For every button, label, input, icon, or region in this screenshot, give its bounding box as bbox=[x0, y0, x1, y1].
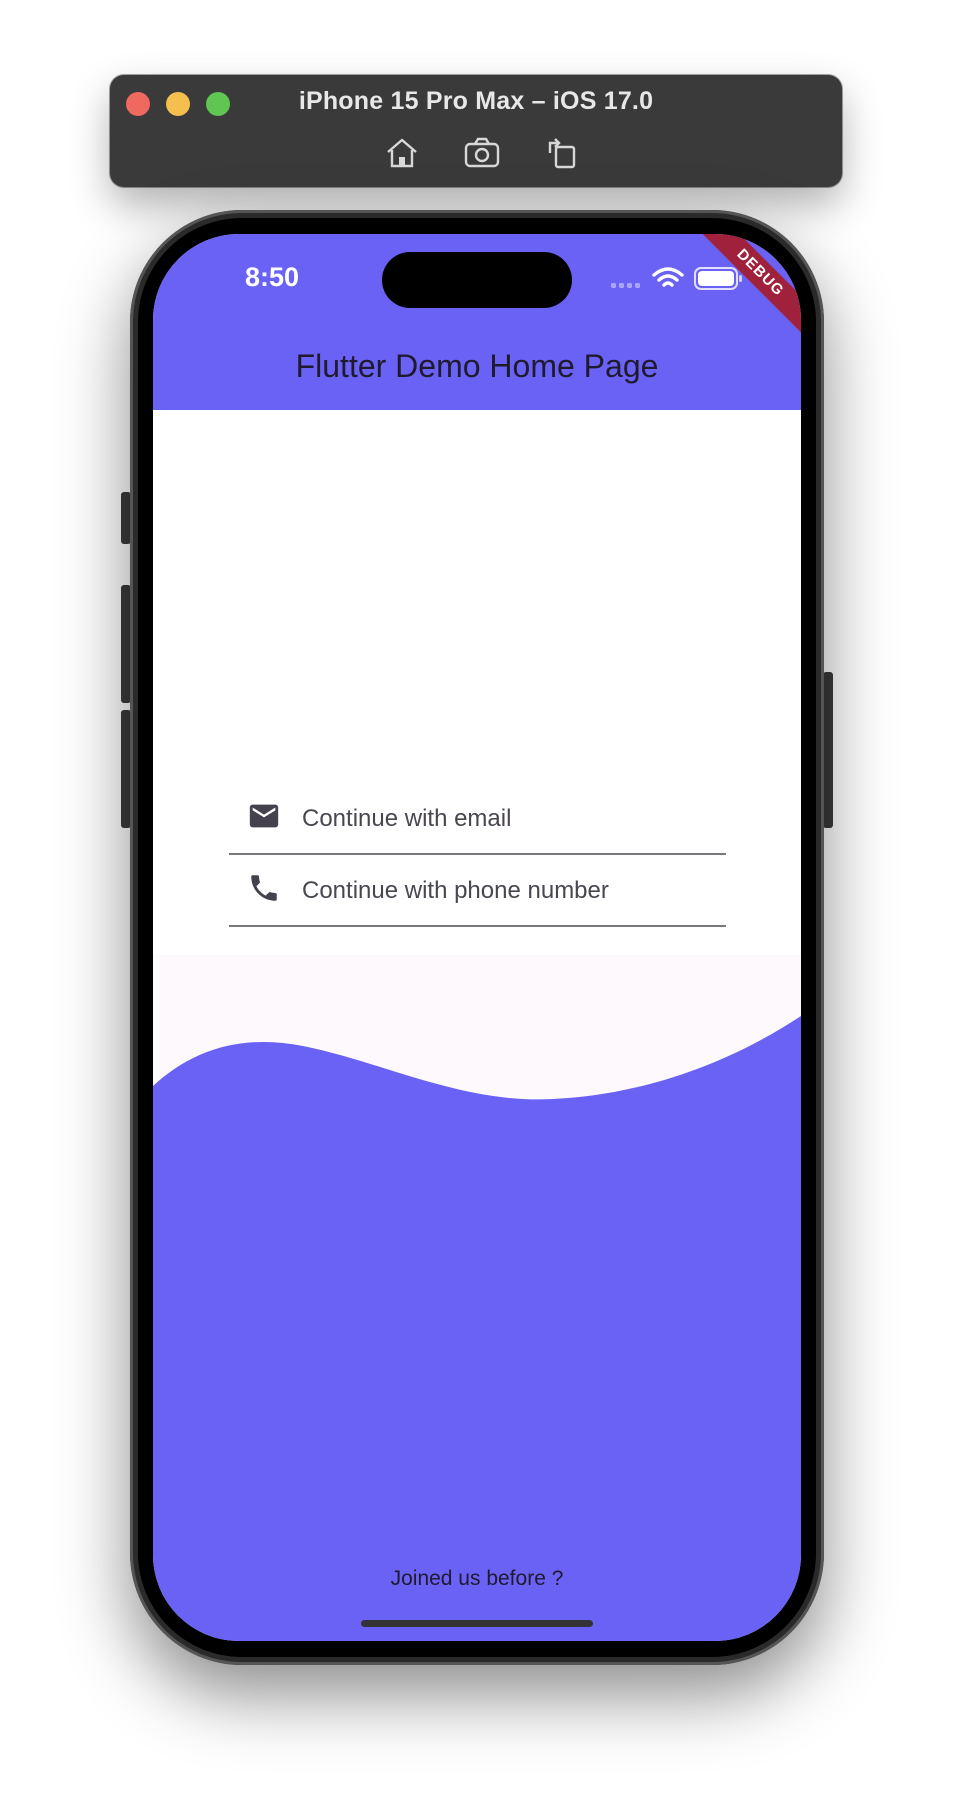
simulator-window: iPhone 15 Pro Max – iOS 17.0 8:50 Flutte… bbox=[0, 0, 954, 1816]
email-icon bbox=[249, 804, 279, 828]
app-bar: 8:50 Flutter Demo Home Page DEBUG bbox=[153, 234, 801, 410]
camera-icon bbox=[464, 137, 500, 168]
screenshot-button[interactable] bbox=[462, 135, 502, 171]
continue-with-phone-button[interactable]: Continue with phone number bbox=[229, 855, 726, 927]
rotate-button[interactable] bbox=[542, 135, 582, 171]
simulator-title: iPhone 15 Pro Max – iOS 17.0 bbox=[298, 87, 654, 115]
app-title: Flutter Demo Home Page bbox=[295, 348, 659, 384]
signal-icon bbox=[611, 283, 640, 288]
battery-icon bbox=[694, 267, 742, 290]
home-indicator bbox=[361, 1620, 593, 1627]
home-icon bbox=[387, 138, 417, 168]
phone-option-label: Continue with phone number bbox=[302, 877, 609, 904]
side-power-button bbox=[823, 672, 833, 828]
wifi-icon bbox=[652, 267, 684, 287]
phone-screen: 8:50 Flutter Demo Home Page DEBUG Contin… bbox=[153, 234, 801, 1641]
simulator-toolbar: iPhone 15 Pro Max – iOS 17.0 bbox=[110, 75, 842, 187]
wave-background bbox=[153, 1016, 801, 1641]
status-time: 8:50 bbox=[245, 262, 300, 292]
joined-before-link[interactable]: Joined us before ? bbox=[153, 1567, 801, 1591]
continue-with-email-button[interactable]: Continue with email bbox=[229, 783, 726, 855]
phone-icon bbox=[251, 875, 277, 901]
home-button[interactable] bbox=[382, 135, 422, 171]
email-option-label: Continue with email bbox=[302, 805, 512, 832]
rotate-icon bbox=[548, 138, 576, 169]
dynamic-island bbox=[382, 252, 572, 308]
